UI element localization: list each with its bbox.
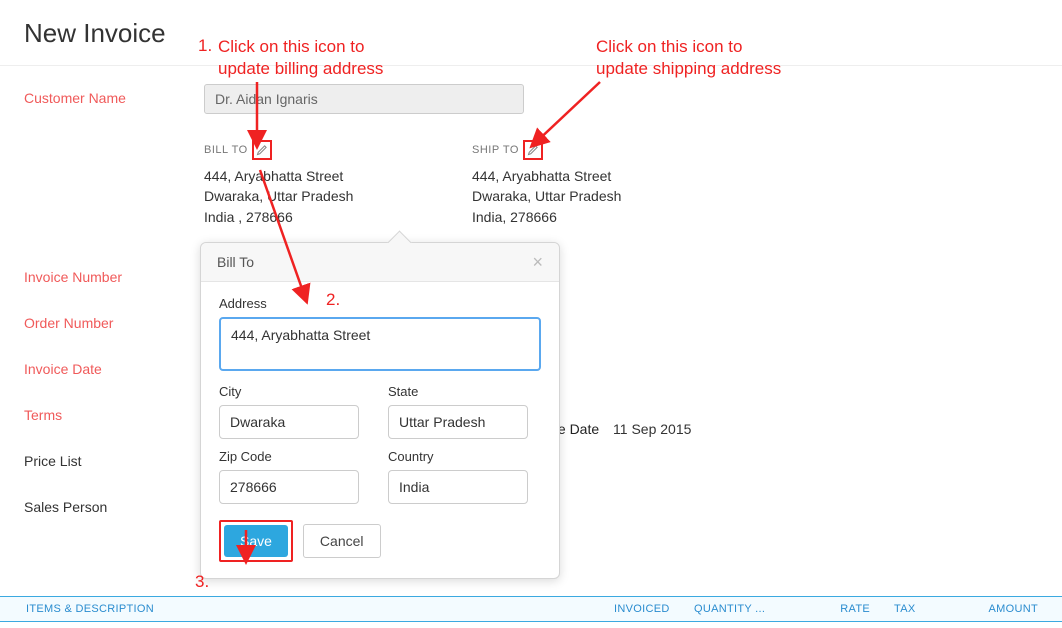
label-terms: Terms <box>24 401 204 423</box>
th-amount: AMOUNT <box>942 603 1062 615</box>
country-field[interactable] <box>388 470 528 504</box>
cancel-button[interactable]: Cancel <box>303 524 381 558</box>
label-zip: Zip Code <box>219 449 372 464</box>
th-invoiced: INVOICED <box>602 603 682 615</box>
label-country: Country <box>388 449 541 464</box>
bill-to-line: India , 278666 <box>204 207 464 227</box>
th-rate: RATE <box>782 603 882 615</box>
label-order-number: Order Number <box>24 309 204 331</box>
pencil-icon[interactable] <box>252 140 272 160</box>
label-sales-person: Sales Person <box>24 493 204 515</box>
bill-to-heading: BILL TO <box>204 144 248 156</box>
items-table-header: ITEMS & DESCRIPTION INVOICED QUANTITY ..… <box>0 596 1062 622</box>
label-invoice-date: Invoice Date <box>24 355 204 377</box>
th-tax: TAX <box>882 603 942 615</box>
th-quantity: QUANTITY ... <box>682 603 782 615</box>
page-title: New Invoice <box>0 0 1062 66</box>
label-customer-name: Customer Name <box>24 84 204 106</box>
zip-field[interactable] <box>219 470 359 504</box>
bill-to-popover: Bill To × Address City State Zip Code Co… <box>200 242 560 579</box>
th-items: ITEMS & DESCRIPTION <box>0 603 330 615</box>
ship-to-block: SHIP TO 444, Aryabhatta Street Dwaraka, … <box>472 140 732 227</box>
address-field[interactable] <box>219 317 541 371</box>
close-icon[interactable]: × <box>532 253 543 271</box>
label-invoice-number: Invoice Number <box>24 263 204 285</box>
ship-to-heading: SHIP TO <box>472 144 519 156</box>
bill-to-line: 444, Aryabhatta Street <box>204 166 464 186</box>
city-field[interactable] <box>219 405 359 439</box>
bill-to-line: Dwaraka, Uttar Pradesh <box>204 186 464 206</box>
due-date-row: Due Date 11 Sep 2015 <box>540 421 691 437</box>
save-button[interactable]: Save <box>224 525 288 557</box>
state-field[interactable] <box>388 405 528 439</box>
popover-title: Bill To <box>217 254 254 270</box>
ship-to-line: Dwaraka, Uttar Pradesh <box>472 186 732 206</box>
ship-to-line: 444, Aryabhatta Street <box>472 166 732 186</box>
ship-to-line: India, 278666 <box>472 207 732 227</box>
customer-select[interactable]: Dr. Aidan Ignaris <box>204 84 524 114</box>
label-address: Address <box>219 296 541 311</box>
label-city: City <box>219 384 372 399</box>
bill-to-block: BILL TO 444, Aryabhatta Street Dwaraka, … <box>204 140 464 227</box>
due-date-value: 11 Sep 2015 <box>613 421 691 437</box>
label-state: State <box>388 384 541 399</box>
label-price-list: Price List <box>24 447 204 469</box>
pencil-icon[interactable] <box>523 140 543 160</box>
